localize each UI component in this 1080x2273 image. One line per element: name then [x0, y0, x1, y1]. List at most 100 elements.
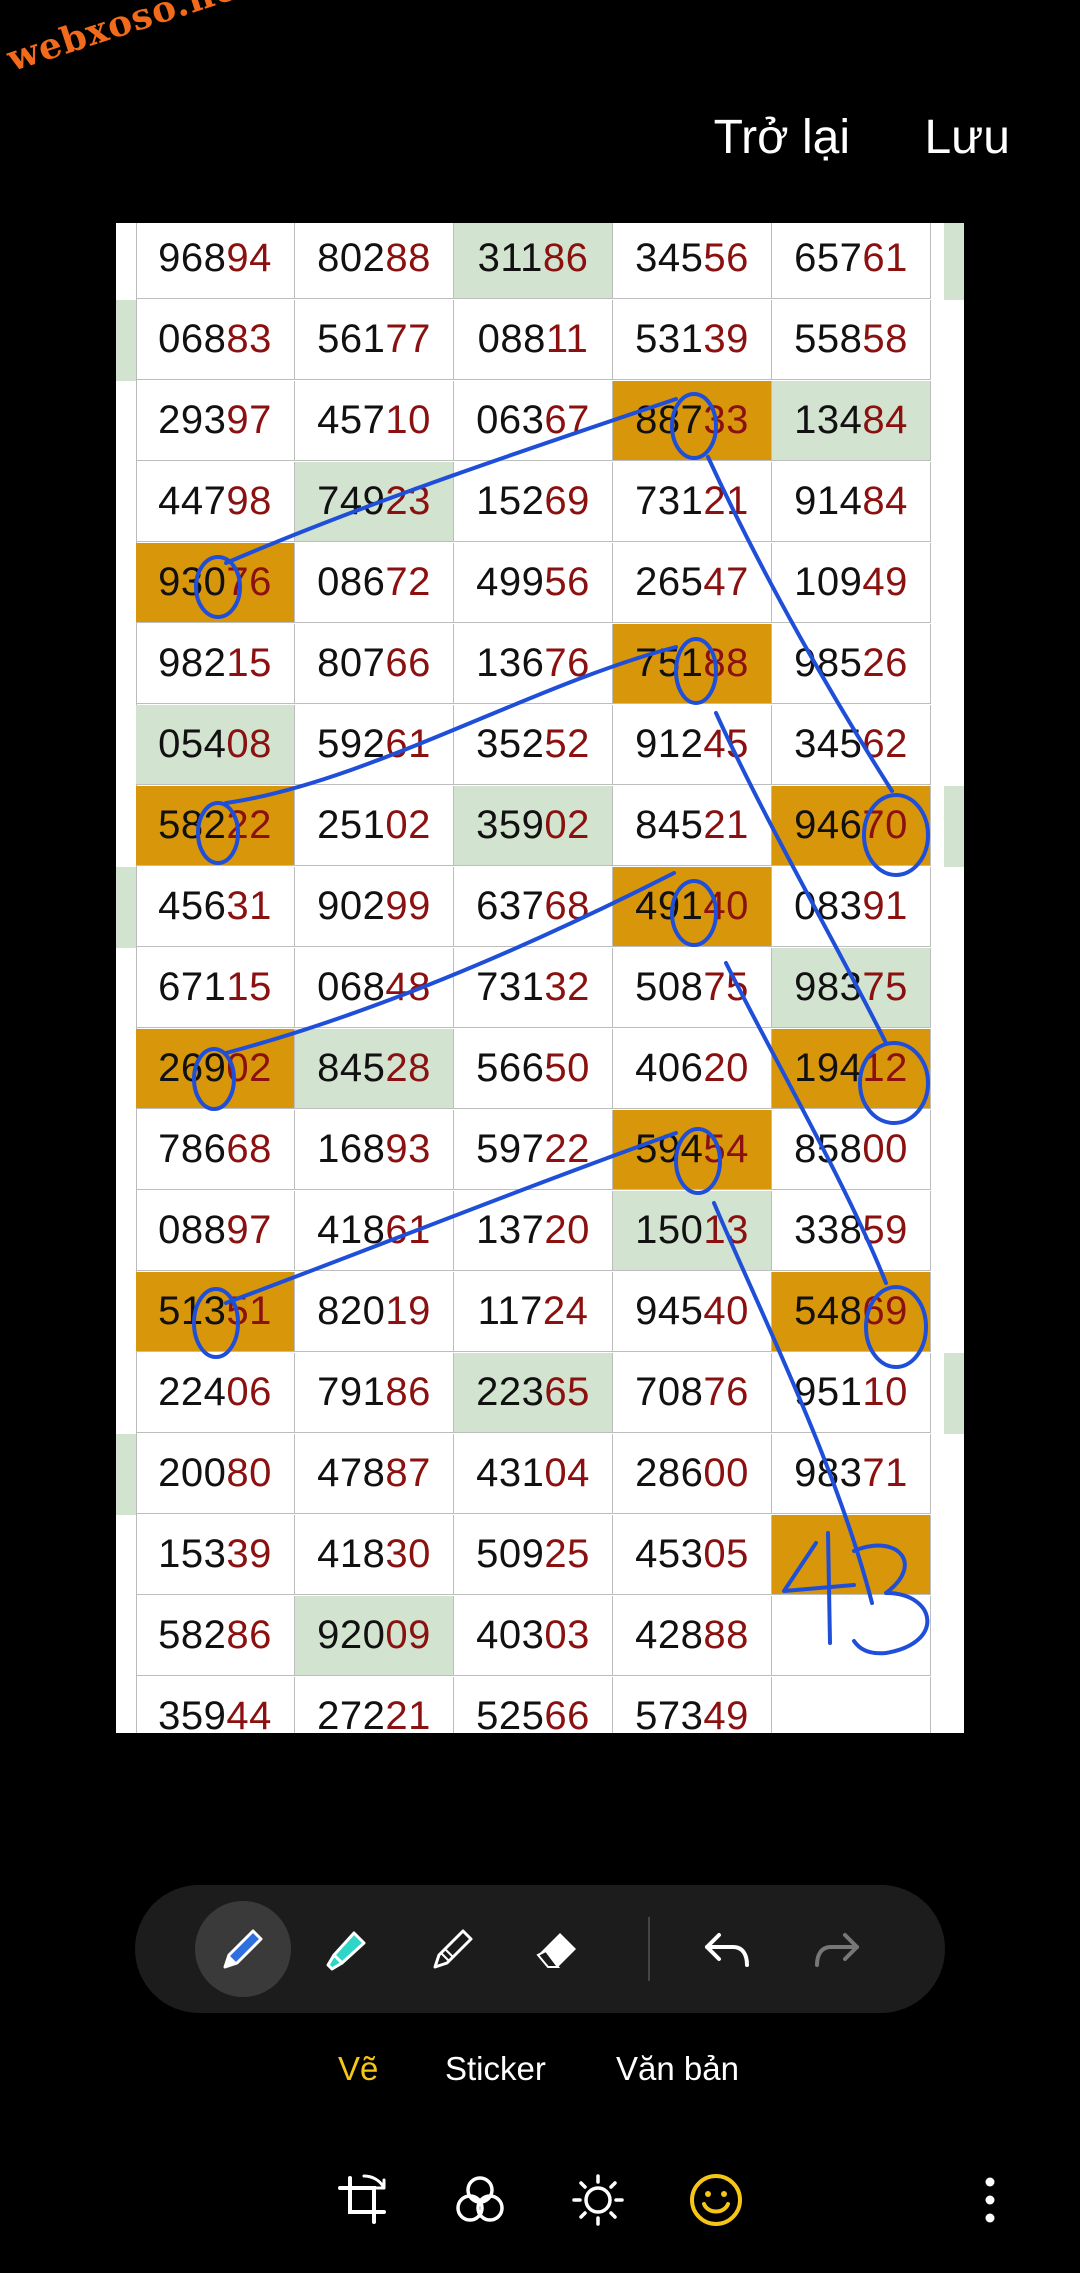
edge-cell: [116, 1434, 136, 1515]
back-button[interactable]: Trở lại: [714, 110, 850, 165]
number-prefix: 168: [317, 1127, 386, 1171]
number-suffix: 08: [226, 722, 272, 766]
number-cell: 109 49: [772, 543, 931, 623]
number-prefix: 657: [794, 236, 863, 280]
toolbar-divider: [648, 1917, 650, 1981]
tab-sticker[interactable]: Sticker: [445, 2050, 546, 2088]
pen-tool-button[interactable]: [195, 1901, 291, 1997]
number-cell: 791 86: [295, 1353, 454, 1433]
number-prefix: 134: [794, 398, 863, 442]
pencil-tool-button[interactable]: [405, 1901, 501, 1997]
number-cell: 499 56: [454, 543, 613, 623]
number-prefix: 137: [476, 1208, 545, 1252]
number-cell: 403 03: [454, 1596, 613, 1676]
number-prefix: 945: [635, 1289, 704, 1333]
number-cell: 431 04: [454, 1434, 613, 1514]
number-prefix: 731: [476, 965, 545, 1009]
edge-cell: [116, 867, 136, 948]
table-row: 982 15 807 66 136 76 751 88 985 26: [136, 624, 931, 705]
number-prefix: 786: [158, 1127, 227, 1171]
number-cell: 820 19: [295, 1272, 454, 1352]
number-cell: 592 61: [295, 705, 454, 785]
image-canvas[interactable]: 968 94 802 88 311 86 345 56 657 61 068 83 561 77 088 11…: [116, 223, 964, 1733]
table-row: 200 80 478 87 431 04 286 00 983 71: [136, 1434, 931, 1515]
table-row: 068 83 561 77 088 11 531 39 558 58: [136, 300, 931, 381]
number-suffix: 93: [385, 1127, 431, 1171]
number-cell: [772, 1596, 931, 1676]
number-suffix: 68: [226, 1127, 272, 1171]
more-options-button[interactable]: [950, 2160, 1030, 2240]
number-cell: 930 76: [136, 543, 295, 623]
table-row: 582 86 920 09 403 03 428 88: [136, 1596, 931, 1677]
number-suffix: 10: [862, 1370, 908, 1414]
tab-draw[interactable]: Vẽ: [338, 2050, 378, 2088]
number-cell: 453 05: [613, 1515, 772, 1595]
table-row: 968 94 802 88 311 86 345 56 657 61: [136, 223, 931, 300]
number-prefix: 200: [158, 1451, 227, 1495]
number-cell: 088 97: [136, 1191, 295, 1271]
number-prefix: 359: [476, 803, 545, 847]
number-cell: 478 87: [295, 1434, 454, 1514]
number-cell: 983 75: [772, 948, 931, 1028]
number-suffix: 30: [385, 1532, 431, 1576]
number-suffix: 44: [226, 1694, 272, 1733]
number-cell: 457 10: [295, 381, 454, 461]
number-cell: 597 22: [454, 1110, 613, 1190]
brightness-button[interactable]: [558, 2160, 638, 2240]
number-suffix: 88: [385, 236, 431, 280]
emoji-icon: [690, 2174, 742, 2226]
number-prefix: 352: [476, 722, 545, 766]
number-prefix: 194: [794, 1046, 863, 1090]
number-cell: 951 10: [772, 1353, 931, 1433]
left-edge-column: [116, 223, 137, 1733]
number-prefix: 887: [635, 398, 704, 442]
number-suffix: 04: [544, 1451, 590, 1495]
number-cell: 582 86: [136, 1596, 295, 1676]
number-suffix: 56: [544, 560, 590, 604]
number-cell: 063 67: [454, 381, 613, 461]
crop-rotate-button[interactable]: [322, 2160, 402, 2240]
number-suffix: 49: [703, 1694, 749, 1733]
number-cell: 902 99: [295, 867, 454, 947]
number-cell: 134 84: [772, 381, 931, 461]
number-prefix: 499: [476, 560, 545, 604]
number-suffix: 06: [226, 1370, 272, 1414]
table-row: 224 06 791 86 223 65 708 76 951 10: [136, 1353, 931, 1434]
tab-text[interactable]: Văn bản: [616, 2050, 739, 2088]
number-cell: 054 08: [136, 705, 295, 785]
redo-button[interactable]: [789, 1901, 885, 1997]
number-cell: 068 83: [136, 300, 295, 380]
number-suffix: 48: [385, 965, 431, 1009]
number-prefix: 582: [158, 803, 227, 847]
number-suffix: 40: [703, 1289, 749, 1333]
highlighter-tool-button[interactable]: [300, 1901, 396, 1997]
highlighter-icon: [326, 1931, 366, 1971]
number-prefix: 592: [317, 722, 386, 766]
number-suffix: 03: [544, 1613, 590, 1657]
number-suffix: 58: [862, 317, 908, 361]
number-cell: 731 32: [454, 948, 613, 1028]
number-prefix: 447: [158, 479, 227, 523]
number-prefix: 807: [317, 641, 386, 685]
number-cell: 751 88: [613, 624, 772, 704]
number-prefix: 548: [794, 1289, 863, 1333]
bottom-nav: [0, 2160, 1080, 2250]
number-suffix: 23: [385, 479, 431, 523]
number-prefix: 345: [794, 722, 863, 766]
edge-cell: [944, 1353, 964, 1434]
save-button[interactable]: Lưu: [924, 110, 1010, 165]
emoji-button[interactable]: [676, 2160, 756, 2240]
number-cell: 914 84: [772, 462, 931, 542]
number-prefix: 269: [158, 1046, 227, 1090]
number-prefix: 088: [477, 317, 546, 361]
number-suffix: 88: [703, 1613, 749, 1657]
number-suffix: 61: [862, 236, 908, 280]
number-cell: [772, 1677, 931, 1733]
eraser-tool-button[interactable]: [510, 1901, 606, 1997]
number-prefix: 088: [158, 1208, 227, 1252]
number-cell: 983 71: [772, 1434, 931, 1514]
number-suffix: 21: [703, 803, 749, 847]
number-prefix: 985: [794, 641, 863, 685]
filter-button[interactable]: [440, 2160, 520, 2240]
undo-button[interactable]: [679, 1901, 775, 1997]
